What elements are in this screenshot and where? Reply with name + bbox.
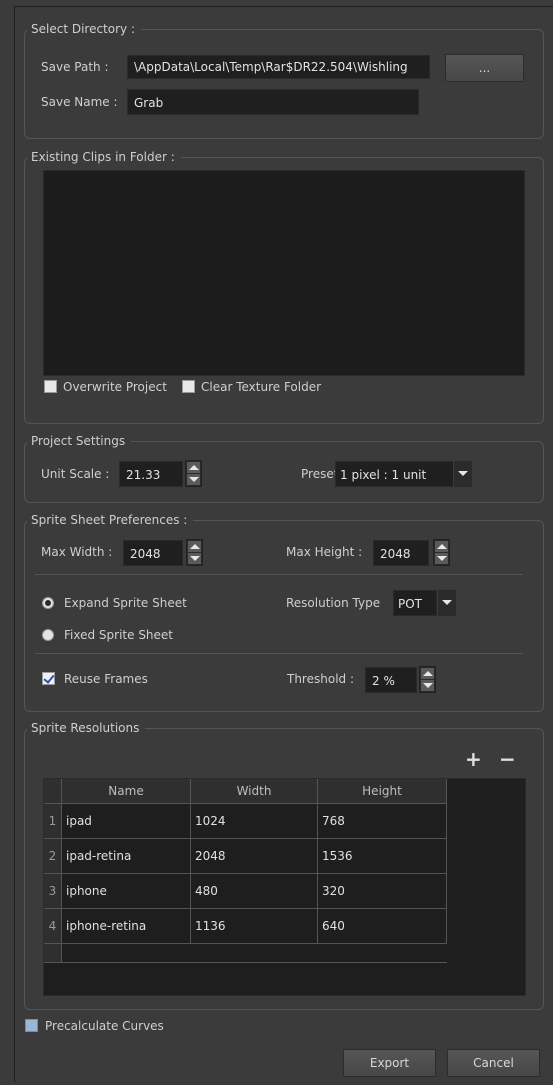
cell-name[interactable]: ipad: [61, 803, 191, 839]
table-row[interactable]: 2 ipad-retina 2048 1536: [44, 838, 447, 874]
unit-scale-label: Unit Scale :: [41, 467, 110, 481]
preset-label: Preset: [301, 467, 339, 481]
save-path-label: Save Path :: [41, 60, 109, 74]
resolutions-table-container: Name Width Height 1 ipad 1024 768 2 ipad…: [43, 778, 526, 996]
row-number: 3: [44, 873, 62, 909]
threshold-label: Threshold :: [287, 672, 354, 686]
threshold-up-icon[interactable]: [421, 668, 434, 679]
resolutions-table: Name Width Height 1 ipad 1024 768 2 ipad…: [44, 779, 447, 963]
table-empty-row: [44, 943, 447, 963]
clips-list[interactable]: [43, 170, 525, 376]
cell-width[interactable]: 1024: [190, 803, 318, 839]
row-number-empty: [44, 943, 62, 963]
max-height-up-icon[interactable]: [435, 541, 448, 552]
unit-scale-up-icon[interactable]: [187, 462, 200, 473]
max-width-label: Max Width :: [41, 545, 113, 559]
fixed-sprite-sheet-label: Fixed Sprite Sheet: [64, 628, 174, 642]
reuse-frames-label: Reuse Frames: [64, 672, 148, 686]
max-width-spinner[interactable]: [186, 539, 203, 566]
unit-scale-spinner[interactable]: [185, 460, 202, 487]
threshold-down-icon[interactable]: [421, 680, 434, 691]
add-resolution-button[interactable]: +: [465, 749, 482, 769]
preset-dropdown-arrow-icon[interactable]: [453, 461, 472, 487]
table-corner: [44, 779, 62, 804]
max-height-down-icon[interactable]: [435, 553, 448, 564]
select-directory-title: Select Directory :: [27, 22, 141, 36]
threshold-field[interactable]: 2 %: [365, 667, 417, 693]
overwrite-project-label: Overwrite Project: [63, 380, 167, 394]
precalculate-curves-checkbox[interactable]: [25, 1019, 38, 1032]
sprite-resolutions-title: Sprite Resolutions: [27, 721, 146, 735]
cell-height[interactable]: 768: [317, 803, 447, 839]
max-height-field[interactable]: 2048: [373, 540, 429, 566]
export-button[interactable]: Export: [343, 1049, 436, 1077]
fixed-sprite-sheet-radio[interactable]: [42, 629, 54, 641]
project-settings-title: Project Settings: [27, 434, 132, 448]
preset-dropdown[interactable]: 1 pixel : 1 unit: [335, 461, 455, 487]
column-header-width[interactable]: Width: [190, 779, 318, 804]
max-width-down-icon[interactable]: [188, 553, 201, 564]
divider: [35, 653, 523, 654]
select-directory-group: Select Directory :: [24, 22, 544, 139]
reuse-frames-checkbox[interactable]: [42, 672, 55, 685]
remove-resolution-button[interactable]: −: [499, 749, 516, 769]
divider: [35, 574, 523, 575]
browse-button[interactable]: ...: [445, 54, 524, 82]
cell-height[interactable]: 1536: [317, 838, 447, 874]
cell-empty: [190, 943, 318, 963]
cell-width[interactable]: 480: [190, 873, 318, 909]
cell-empty: [61, 943, 191, 963]
column-header-name[interactable]: Name: [61, 779, 191, 804]
cell-name[interactable]: ipad-retina: [61, 838, 191, 874]
existing-clips-title: Existing Clips in Folder :: [27, 150, 181, 164]
expand-sprite-sheet-label: Expand Sprite Sheet: [64, 596, 187, 610]
export-dialog: Select Directory : Save Path : \AppData\…: [14, 6, 553, 1082]
row-number: 2: [44, 838, 62, 874]
save-name-label: Save Name :: [41, 95, 118, 109]
cell-height[interactable]: 640: [317, 908, 447, 944]
table-row[interactable]: 3 iphone 480 320: [44, 873, 447, 909]
column-header-height[interactable]: Height: [317, 779, 447, 804]
expand-sprite-sheet-radio[interactable]: [42, 597, 54, 609]
threshold-spinner[interactable]: [419, 666, 436, 693]
row-number: 1: [44, 803, 62, 839]
cell-width[interactable]: 1136: [190, 908, 318, 944]
cell-width[interactable]: 2048: [190, 838, 318, 874]
max-width-up-icon[interactable]: [188, 541, 201, 552]
row-number: 4: [44, 908, 62, 944]
clear-texture-label: Clear Texture Folder: [201, 380, 322, 394]
cell-name[interactable]: iphone-retina: [61, 908, 191, 944]
max-height-spinner[interactable]: [433, 539, 450, 566]
overwrite-project-checkbox[interactable]: [44, 380, 57, 393]
save-name-field[interactable]: Grab: [127, 89, 419, 115]
unit-scale-field[interactable]: 21.33: [119, 461, 183, 487]
sprite-sheet-title: Sprite Sheet Preferences :: [27, 513, 194, 527]
cancel-button[interactable]: Cancel: [447, 1049, 540, 1077]
resolution-type-label: Resolution Type: [286, 596, 381, 610]
table-row[interactable]: 4 iphone-retina 1136 640: [44, 908, 447, 944]
cell-empty: [317, 943, 447, 963]
resolution-type-dropdown[interactable]: POT: [393, 590, 437, 616]
cell-name[interactable]: iphone: [61, 873, 191, 909]
max-height-label: Max Height :: [286, 545, 363, 559]
max-width-field[interactable]: 2048: [123, 540, 183, 566]
table-row[interactable]: 1 ipad 1024 768: [44, 803, 447, 839]
table-header-row: Name Width Height: [44, 779, 447, 804]
precalculate-curves-label: Precalculate Curves: [45, 1019, 164, 1033]
clear-texture-checkbox[interactable]: [182, 380, 195, 393]
cell-height[interactable]: 320: [317, 873, 447, 909]
save-path-field[interactable]: \AppData\Local\Temp\Rar$DR22.504\Wishlin…: [127, 55, 430, 79]
resolution-type-arrow-icon[interactable]: [437, 590, 456, 616]
unit-scale-down-icon[interactable]: [187, 474, 200, 485]
